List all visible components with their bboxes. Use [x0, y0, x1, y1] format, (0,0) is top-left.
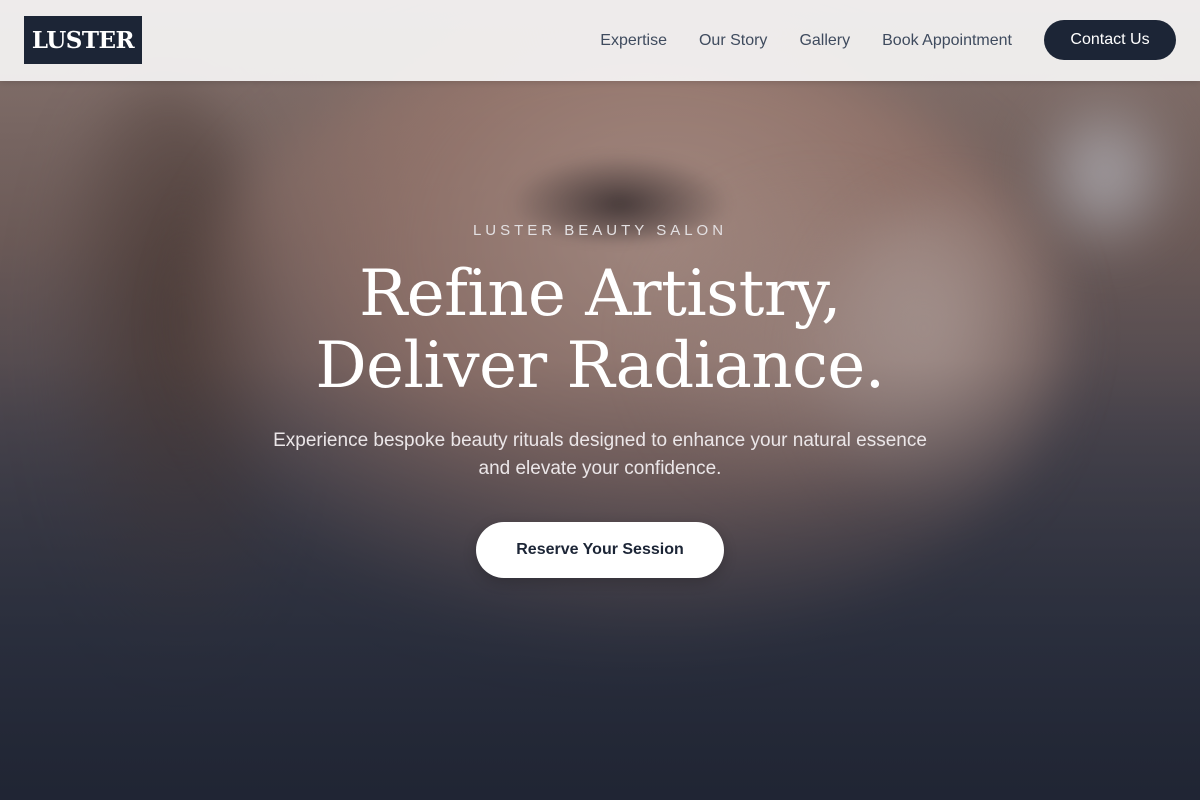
- hero-eyebrow: LUSTER BEAUTY SALON: [472, 222, 728, 239]
- hero-headline-line1: Refine Artistry,: [359, 257, 841, 331]
- hero-content: LUSTER BEAUTY SALON Refine Artistry, Del…: [0, 0, 1200, 800]
- hero-headline: Refine Artistry, Deliver Radiance.: [0, 258, 1200, 402]
- hero-subtitle: Experience bespoke beauty rituals design…: [273, 430, 927, 479]
- reserve-session-button[interactable]: Reserve Your Session: [476, 522, 724, 578]
- hero-headline-line2: Deliver Radiance.: [315, 329, 885, 403]
